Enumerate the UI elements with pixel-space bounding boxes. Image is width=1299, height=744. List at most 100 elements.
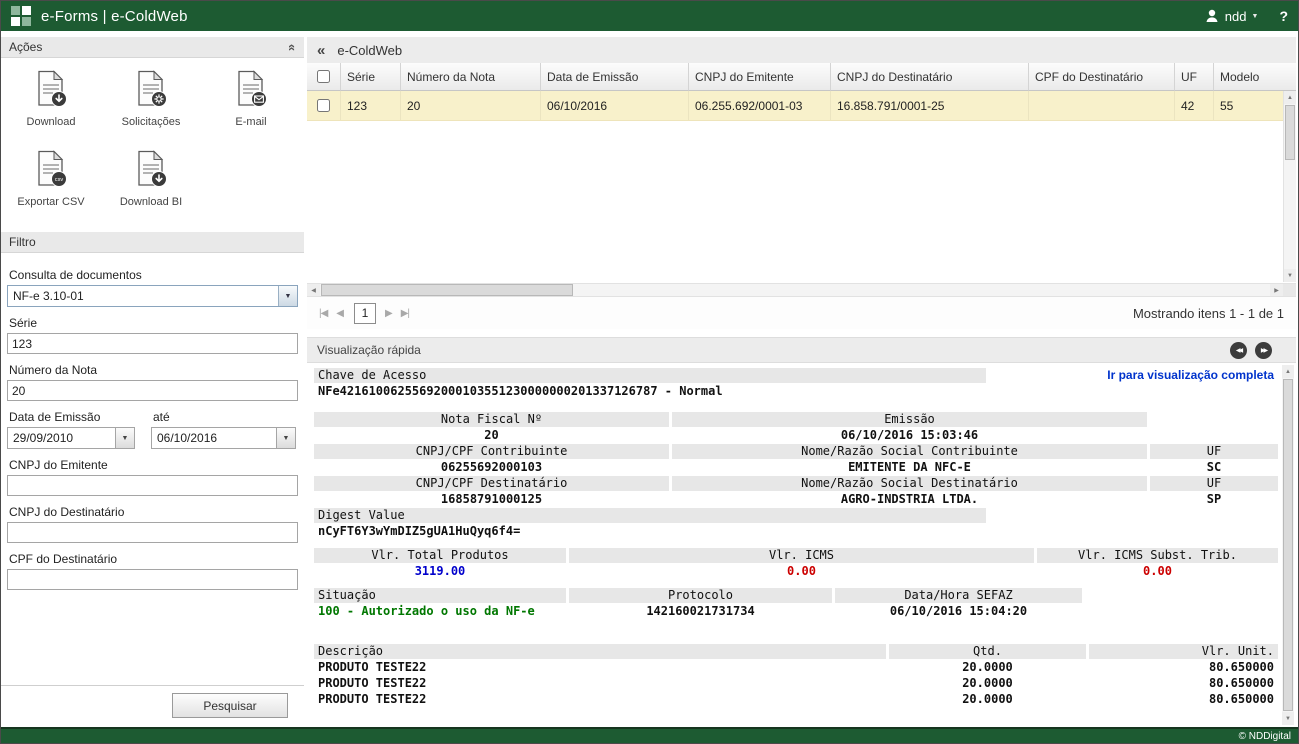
table-vscroll-thumb[interactable]: [1285, 105, 1295, 160]
page-title: e-ColdWeb: [337, 43, 402, 58]
filter-panel-title: Filtro: [9, 235, 36, 249]
column-header-data-emissao[interactable]: Data de Emissão: [541, 63, 689, 91]
quickview-prev-button[interactable]: ◀◀: [1230, 342, 1247, 359]
action-download-bi[interactable]: Download BI: [101, 150, 201, 208]
copyright-text: © NDDigital: [1239, 731, 1291, 742]
action-label: Solicitações: [122, 116, 181, 128]
item-vlr: 80.650000: [1089, 676, 1278, 691]
action-label: Download: [27, 116, 76, 128]
quickview-vscroll-thumb[interactable]: [1283, 379, 1293, 711]
quickview-header: Visualização rápida ◀◀ ▶▶: [307, 337, 1296, 363]
cpf-destinatario-input[interactable]: [7, 569, 298, 590]
help-button[interactable]: ?: [1279, 8, 1288, 24]
column-header-cnpj-emitente[interactable]: CNPJ do Emitente: [689, 63, 831, 91]
next-page-button[interactable]: ▶: [385, 308, 392, 319]
collapse-sidebar-icon[interactable]: «: [317, 42, 325, 59]
consulta-label: Consulta de documentos: [9, 268, 296, 282]
scroll-right-icon[interactable]: ▶: [1270, 284, 1283, 296]
app-logo-icon: [11, 6, 32, 27]
download-doc-icon: [33, 70, 69, 113]
serie-input[interactable]: [7, 333, 298, 354]
numero-nota-input[interactable]: [7, 380, 298, 401]
quickview-vertical-scrollbar[interactable]: ▲ ▼: [1282, 365, 1294, 725]
consulta-dropdown-icon[interactable]: ▼: [278, 286, 297, 306]
table-vertical-scrollbar[interactable]: ▲ ▼: [1283, 91, 1296, 282]
scroll-up-icon[interactable]: ▲: [1284, 91, 1296, 104]
contrib-uf-value: SC: [1150, 460, 1278, 475]
contrib-uf-label: UF: [1150, 444, 1278, 459]
dest-nome-label: Nome/Razão Social Destinatário: [672, 476, 1147, 491]
first-page-button[interactable]: |◀: [319, 308, 327, 319]
cnpj-destinatario-input[interactable]: [7, 522, 298, 543]
item-qtd: 20.0000: [889, 676, 1086, 691]
app-window: e-Forms | e-ColdWeb ndd ▼ ? Ações «: [0, 0, 1299, 744]
column-header-numero[interactable]: Número da Nota: [401, 63, 541, 91]
item-vlr: 80.650000: [1089, 692, 1278, 707]
collapse-actions-icon[interactable]: «: [285, 43, 300, 50]
items-qtd-header: Qtd.: [889, 644, 1086, 659]
current-page-box[interactable]: 1: [354, 303, 376, 324]
prev-page-button[interactable]: ◀: [336, 308, 343, 319]
protocolo-value: 142160021731734: [569, 604, 832, 619]
footer: © NDDigital: [1, 727, 1298, 743]
chave-acesso-label: Chave de Acesso: [314, 368, 986, 383]
column-header-serie[interactable]: Série: [341, 63, 401, 91]
pagination-status: Mostrando itens 1 - 1 de 1: [1133, 306, 1284, 321]
contrib-nome-label: Nome/Razão Social Contribuinte: [672, 444, 1147, 459]
item-row: PRODUTO TESTE22 20.0000 80.650000: [314, 692, 1278, 707]
column-header-cnpj-destinatario[interactable]: CNPJ do Destinatário: [831, 63, 1029, 91]
sefaz-label: Data/Hora SEFAZ: [835, 588, 1082, 603]
column-header-uf[interactable]: UF: [1175, 63, 1214, 91]
quickview-next-button[interactable]: ▶▶: [1255, 342, 1272, 359]
data-emissao-ate-field[interactable]: 06/10/2016 ▼: [151, 427, 296, 449]
vlr-total-value: 3119.00: [314, 564, 566, 579]
table-hscroll-thumb[interactable]: [321, 284, 573, 296]
last-page-button[interactable]: ▶|: [401, 308, 409, 319]
cell-serie: 123: [341, 91, 401, 120]
cnpj-emitente-label: CNPJ do Emitente: [9, 458, 296, 472]
cnpj-emitente-input[interactable]: [7, 475, 298, 496]
item-qtd: 20.0000: [889, 692, 1086, 707]
contrib-cnpj-value: 06255692000103: [314, 460, 669, 475]
emissao-value: 06/10/2016 15:03:46: [672, 428, 1147, 443]
sefaz-value: 06/10/2016 15:04:20: [835, 604, 1082, 619]
scroll-down-icon[interactable]: ▼: [1284, 269, 1296, 282]
consulta-select[interactable]: NF-e 3.10-01 ▼: [7, 285, 298, 307]
table-horizontal-scrollbar[interactable]: ◀ ▶: [307, 283, 1296, 297]
actions-grid: Download Solicitações: [1, 58, 304, 230]
svg-text:csv: csv: [55, 177, 64, 183]
vlr-total-label: Vlr. Total Produtos: [314, 548, 566, 563]
row-checkbox[interactable]: [317, 99, 330, 112]
data-de-dropdown-icon[interactable]: ▼: [115, 428, 134, 448]
nota-fiscal-value: 20: [314, 428, 669, 443]
data-ate-dropdown-icon[interactable]: ▼: [276, 428, 295, 448]
numero-nota-label: Número da Nota: [9, 363, 296, 377]
dest-cnpj-label: CNPJ/CPF Destinatário: [314, 476, 669, 491]
action-solicitacoes[interactable]: Solicitações: [101, 70, 201, 128]
table-row[interactable]: 123 20 06/10/2016 06.255.692/0001-03 16.…: [307, 91, 1296, 121]
pesquisar-button[interactable]: Pesquisar: [172, 693, 288, 718]
table-header-row: Série Número da Nota Data de Emissão CNP…: [307, 63, 1296, 91]
consulta-selected-value: NF-e 3.10-01: [13, 289, 84, 303]
scroll-up-icon[interactable]: ▲: [1282, 365, 1294, 378]
search-button-row: Pesquisar: [1, 685, 304, 727]
column-header-cpf-destinatario[interactable]: CPF do Destinatário: [1029, 63, 1175, 91]
action-exportar-csv[interactable]: csv Exportar CSV: [1, 150, 101, 208]
user-menu[interactable]: ndd ▼: [1204, 8, 1259, 24]
email-doc-icon: [233, 70, 269, 113]
scroll-down-icon[interactable]: ▼: [1282, 712, 1294, 725]
vlr-icms-label: Vlr. ICMS: [569, 548, 1034, 563]
action-download[interactable]: Download: [1, 70, 101, 128]
select-all-checkbox[interactable]: [317, 70, 330, 83]
data-emissao-de-field[interactable]: 29/09/2010 ▼: [7, 427, 135, 449]
nota-fiscal-label: Nota Fiscal Nº: [314, 412, 669, 427]
scroll-left-icon[interactable]: ◀: [307, 284, 320, 296]
data-emissao-ate-value: 06/10/2016: [157, 431, 217, 445]
cell-cnpj-destinatario: 16.858.791/0001-25: [831, 91, 1029, 120]
full-view-link[interactable]: Ir para visualização completa: [1107, 368, 1274, 383]
topbar: e-Forms | e-ColdWeb ndd ▼ ?: [1, 1, 1298, 31]
action-email[interactable]: E-mail: [201, 70, 301, 128]
column-header-modelo[interactable]: Modelo: [1214, 63, 1296, 91]
dest-uf-label: UF: [1150, 476, 1278, 491]
chave-acesso-value: NFe4216100625569200010355123000000020133…: [314, 384, 727, 399]
